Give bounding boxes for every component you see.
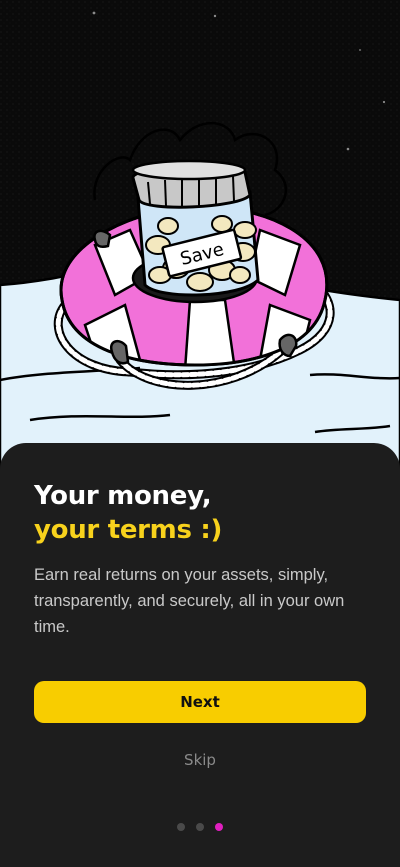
title-line-2: your terms :) [34, 515, 223, 545]
skip-button[interactable]: Skip [150, 748, 250, 772]
page-dot-3-active[interactable] [215, 823, 223, 831]
next-button[interactable]: Next [34, 681, 366, 723]
onboarding-card: Your money, your terms :) Earn real retu… [0, 443, 400, 867]
money-jar: Save [131, 159, 260, 297]
pagination-dots [0, 823, 400, 833]
page-dot-1[interactable] [177, 823, 185, 831]
onboarding-description: Earn real returns on your assets, simply… [34, 566, 345, 636]
onboarding-title: Your money, your terms :) [34, 479, 374, 547]
hero-illustration: Save [0, 0, 400, 470]
title-line-1: Your money, [34, 481, 212, 511]
page-dot-2[interactable] [196, 823, 204, 831]
